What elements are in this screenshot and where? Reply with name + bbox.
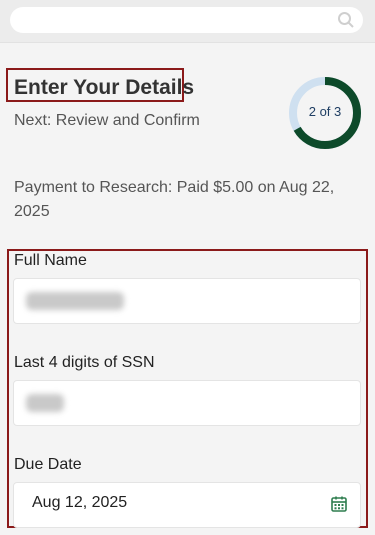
ssn-field[interactable]	[13, 380, 361, 426]
page-title: Enter Your Details	[14, 76, 195, 99]
ssn-redacted-value	[26, 394, 64, 412]
ssn-label: Last 4 digits of SSN	[14, 354, 155, 371]
top-bar	[0, 0, 375, 43]
full-name-redacted-value	[26, 292, 124, 310]
due-date-field[interactable]: Aug 12, 2025	[13, 482, 361, 528]
due-date-value: Aug 12, 2025	[32, 494, 128, 511]
search-input[interactable]	[10, 7, 363, 33]
due-date-label: Due Date	[14, 456, 82, 473]
full-name-field[interactable]	[13, 278, 361, 324]
progress-label: 2 of 3	[308, 104, 342, 119]
full-name-label: Full Name	[14, 252, 87, 269]
payment-note: Payment to Research: Paid $5.00 on Aug 2…	[14, 179, 335, 220]
calendar-icon[interactable]	[330, 495, 348, 513]
next-step-text: Next: Review and Confirm	[14, 112, 200, 129]
search-icon[interactable]	[337, 11, 355, 29]
